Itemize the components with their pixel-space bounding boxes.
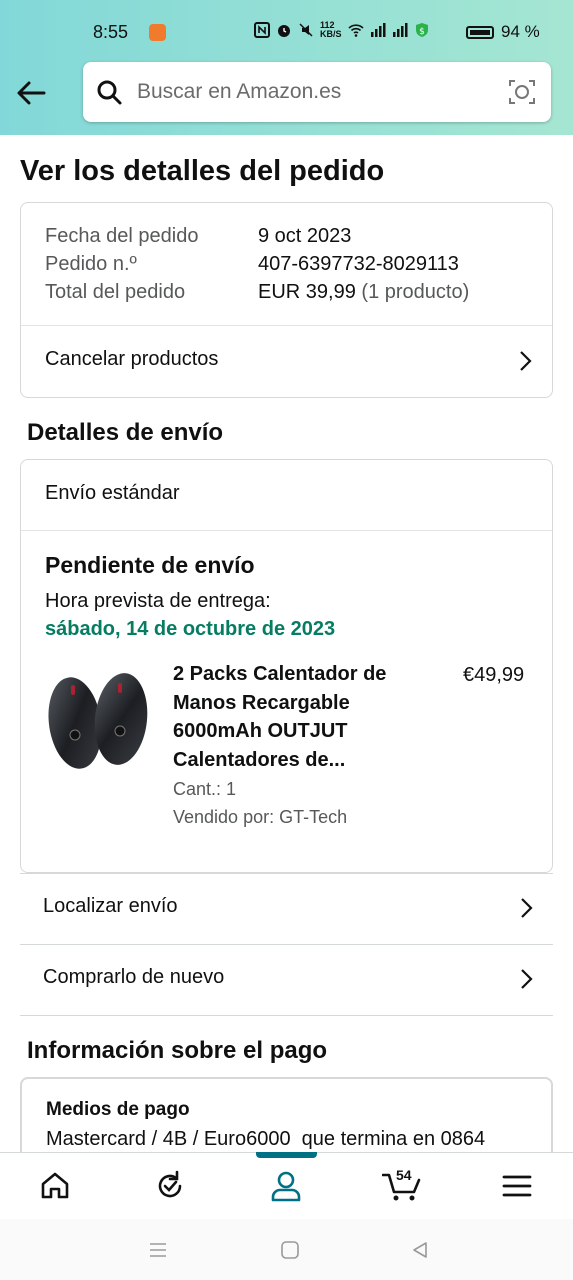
product-image[interactable] bbox=[45, 665, 153, 775]
shipping-section-title: Detalles de envío bbox=[27, 419, 224, 446]
track-shipment-row[interactable]: Localizar envío bbox=[20, 874, 553, 944]
eta-label: Hora prevista de entrega: bbox=[45, 590, 271, 612]
buy-again-label: Comprarlo de nuevo bbox=[43, 966, 225, 988]
cancel-products-label: Cancelar productos bbox=[45, 348, 219, 370]
search-bar[interactable]: Buscar en Amazon.es bbox=[83, 62, 551, 122]
order-item-count: (1 producto) bbox=[361, 281, 470, 303]
chevron-right-icon bbox=[521, 969, 533, 989]
battery-percent: 94 % bbox=[501, 22, 540, 41]
search-input[interactable]: Buscar en Amazon.es bbox=[137, 80, 341, 104]
camera-search-icon[interactable] bbox=[507, 77, 537, 107]
refresh-icon[interactable] bbox=[153, 1169, 187, 1203]
notification-app-icon bbox=[149, 24, 166, 41]
shipping-status: Pendiente de envío bbox=[45, 552, 255, 578]
wifi-icon bbox=[347, 24, 364, 37]
eta-date: sábado, 14 de octubre de 2023 bbox=[45, 618, 336, 640]
order-date-label: Fecha del pedido bbox=[45, 225, 199, 247]
order-total: EUR 39,99 (1 producto) bbox=[258, 281, 469, 304]
chevron-right-icon bbox=[521, 898, 533, 918]
system-navigation-bar bbox=[0, 1219, 573, 1280]
order-summary-card: Fecha del pedido 9 oct 2023 Pedido n.º 4… bbox=[20, 202, 553, 398]
product-title[interactable]: 2 Packs Calentador de Manos Recargable 6… bbox=[173, 660, 423, 774]
svg-text:$: $ bbox=[419, 27, 425, 37]
payment-section-title: Información sobre el pago bbox=[27, 1037, 328, 1064]
order-number-value: 407-6397732-8029113 bbox=[258, 253, 459, 275]
order-details-page: Ver los detalles del pedido Fecha del pe… bbox=[0, 135, 573, 1152]
order-total-label: Total del pedido bbox=[45, 281, 186, 303]
payment-card: Medios de pago Mastercard / 4B / Euro600… bbox=[20, 1077, 553, 1152]
product-title-line: Manos Recargable bbox=[173, 691, 350, 714]
back-arrow-icon[interactable] bbox=[14, 76, 48, 110]
product-title-line: Calentadores de... bbox=[173, 748, 346, 771]
payment-methods-value: Mastercard / 4B / Euro6000 que termina e… bbox=[46, 1128, 486, 1150]
signal-roaming-icon bbox=[392, 23, 408, 37]
shipping-card: Envío estándar Pendiente de envío Hora p… bbox=[20, 459, 553, 873]
search-icon bbox=[97, 80, 122, 105]
network-speed-unit: KB/S bbox=[320, 29, 342, 39]
product-seller: Vendido por: GT-Tech bbox=[173, 807, 348, 827]
alarm-icon bbox=[278, 25, 290, 37]
order-total-value: EUR 39,99 bbox=[258, 281, 356, 303]
status-bar: 8:55 112 KB/S $ 94 % bbox=[0, 18, 573, 48]
buy-again-row[interactable]: Comprarlo de nuevo bbox=[20, 945, 553, 1015]
active-tab-indicator bbox=[256, 1152, 317, 1158]
shield-icon: $ bbox=[415, 23, 428, 37]
cancel-products-row[interactable]: Cancelar productos bbox=[21, 326, 552, 398]
divider bbox=[20, 1015, 553, 1016]
battery-icon bbox=[466, 26, 494, 39]
page-title: Ver los detalles del pedido bbox=[20, 155, 385, 187]
shipping-method: Envío estándar bbox=[45, 482, 180, 504]
order-date-value: 9 oct 2023 bbox=[258, 225, 352, 247]
chevron-right-icon bbox=[520, 351, 532, 371]
track-shipment-label: Localizar envío bbox=[43, 895, 178, 917]
home-icon[interactable] bbox=[38, 1169, 72, 1203]
account-icon[interactable] bbox=[269, 1169, 303, 1203]
divider bbox=[21, 530, 552, 531]
signal-icon bbox=[370, 23, 386, 37]
network-speed: 112 KB/S bbox=[320, 21, 342, 39]
home-button-icon[interactable] bbox=[279, 1239, 301, 1261]
clock: 8:55 bbox=[93, 22, 129, 42]
bottom-navigation: 54 bbox=[0, 1152, 573, 1219]
recent-apps-icon[interactable] bbox=[147, 1239, 169, 1261]
cart-count: 54 bbox=[396, 1167, 412, 1183]
mute-icon bbox=[299, 23, 313, 37]
product-price: €49,99 bbox=[463, 664, 525, 686]
product-title-line: 6000mAh OUTJUT bbox=[173, 720, 348, 742]
payment-methods-label: Medios de pago bbox=[46, 1099, 190, 1120]
product-title-line: 2 Packs Calentador de bbox=[173, 663, 387, 685]
product-quantity: Cant.: 1 bbox=[173, 779, 237, 799]
order-number-label: Pedido n.º bbox=[45, 253, 137, 275]
back-button-icon[interactable] bbox=[409, 1239, 431, 1261]
app-header: 8:55 112 KB/S $ 94 % Buscar en Amazon.es bbox=[0, 0, 573, 135]
nfc-icon bbox=[254, 22, 270, 38]
status-icons: 112 KB/S $ bbox=[254, 21, 430, 39]
menu-icon[interactable] bbox=[500, 1169, 534, 1203]
